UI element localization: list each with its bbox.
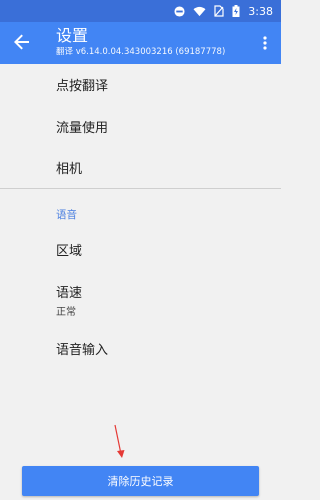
arrow-back-icon (14, 34, 30, 54)
setting-label: 语速 (56, 286, 83, 301)
setting-region[interactable]: 区域 (0, 229, 281, 269)
title-block: 设置 翻译 v6.14.0.04.343003216 (69187778) (56, 27, 225, 58)
app-bar: 设置 翻译 v6.14.0.04.343003216 (69187778) (0, 22, 281, 64)
setting-value: 正常 (56, 307, 76, 318)
setting-tap-to-translate[interactable]: 点按翻译 (0, 64, 281, 104)
more-vert-icon (263, 35, 267, 54)
setting-camera[interactable]: 相机 (0, 147, 281, 187)
setting-label: 点按翻译 (56, 78, 109, 94)
setting-label: 流量使用 (56, 120, 109, 136)
back-button[interactable] (10, 32, 34, 56)
battery-charging-icon (232, 5, 240, 17)
no-sim-icon (214, 5, 224, 17)
setting-label: 区域 (56, 243, 83, 259)
setting-voice-input[interactable]: 语音输入 (0, 328, 281, 368)
status-bar: 3:38 (0, 0, 281, 22)
page-title: 设置 (56, 26, 89, 45)
overflow-menu-button[interactable] (257, 32, 273, 56)
clear-history-label: 清除历史记录 (107, 475, 174, 488)
section-divider (0, 188, 281, 189)
app-version-subtitle: 翻译 v6.14.0.04.343003216 (69187778) (56, 47, 226, 57)
section-header-speech: 语音 (56, 209, 77, 221)
wifi-icon (193, 6, 206, 17)
do-not-disturb-icon (174, 5, 185, 17)
setting-label: 相机 (56, 161, 83, 177)
setting-label: 语音输入 (56, 342, 109, 358)
annotation-arrow-icon (112, 424, 128, 464)
setting-speech-rate[interactable]: 语速 正常 (0, 278, 281, 322)
clear-history-button[interactable]: 清除历史记录 (22, 466, 259, 496)
setting-data-usage[interactable]: 流量使用 (0, 106, 281, 146)
status-time: 3:38 (248, 4, 273, 18)
